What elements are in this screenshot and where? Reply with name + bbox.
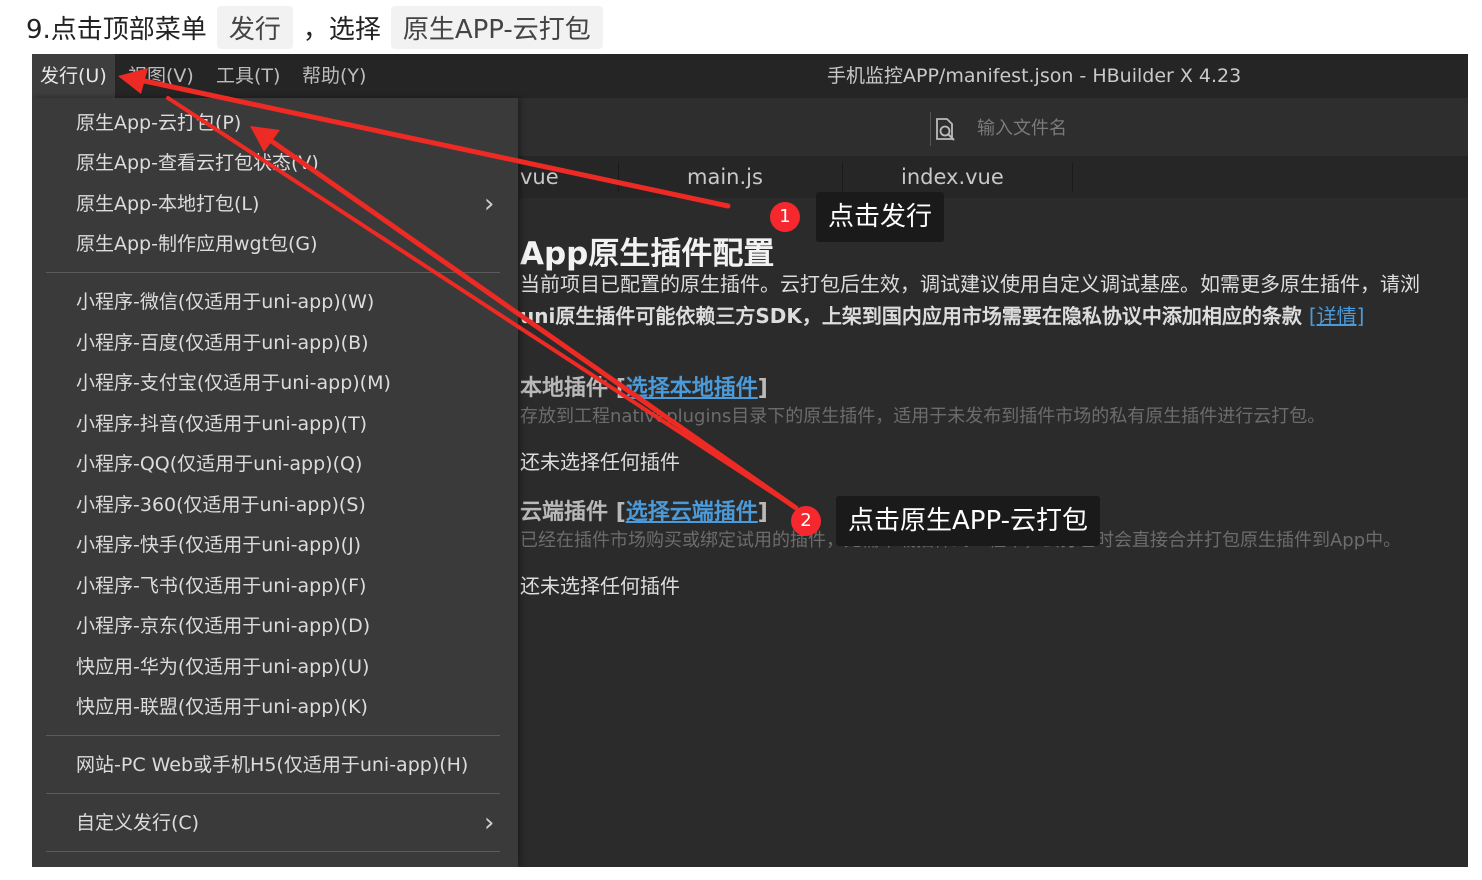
local-plugins-title: 本地插件 [520,376,609,401]
menu-divider [46,735,500,736]
menu-item-mp-weixin[interactable]: 小程序-微信(仅适用于uni-app)(W) [76,289,374,315]
local-plugins-description: 存放到工程nativeplugins目录下的原生插件，适用于未发布到插件市场的私… [520,406,1326,427]
cloud-plugins-empty: 还未选择任何插件 [520,574,680,598]
menu-item-local-pack[interactable]: 原生App-本地打包(L) [76,191,259,217]
local-plugins-heading: 本地插件 [选择本地插件] [520,376,768,401]
menu-divider [46,851,500,852]
instruction-step-text: 9.点击顶部菜单 [26,14,207,45]
select-local-plugin-link[interactable]: 选择本地插件 [626,376,758,401]
tooltip-click-cloud-pack: 点击原生APP-云打包 [836,496,1100,546]
privacy-notice: uni原生插件可能依赖三方SDK，上架到国内应用市场需要在隐私协议中添加相应的条… [520,300,1364,329]
select-cloud-plugin-link[interactable]: 选择云端插件 [626,500,758,525]
tab-main-js[interactable]: main.js [687,156,763,198]
privacy-notice-text: uni原生插件可能依赖三方SDK，上架到国内应用市场需要在隐私协议中添加相应的条… [520,304,1302,328]
menu-item-cloud-pack[interactable]: 原生App-云打包(P) [76,110,241,136]
tab-divider [1072,162,1073,192]
menu-item-cloud-pack-status[interactable]: 原生App-查看云打包状态(V) [76,150,319,176]
page-title: App原生插件配置 [520,236,775,272]
menu-item-mp-jd[interactable]: 小程序-京东(仅适用于uni-app)(D) [76,613,370,639]
file-search-icon [936,118,955,141]
cloud-plugins-title: 云端插件 [520,500,609,525]
menu-item-mp-kuaishou[interactable]: 小程序-快手(仅适用于uni-app)(J) [76,532,361,558]
instruction-code-cloud-pack: 原生APP-云打包 [390,5,603,49]
instruction-code-publish: 发行 [216,5,293,49]
tooltip-click-publish: 点击发行 [816,192,945,242]
menu-item-mp-douyin[interactable]: 小程序-抖音(仅适用于uni-app)(T) [76,411,367,437]
details-link[interactable]: [详情] [1309,304,1365,328]
tab-divider [842,162,843,192]
tab-vue[interactable]: vue [520,156,559,198]
cloud-plugins-heading: 云端插件 [选择云端插件] [520,500,768,525]
publish-dropdown-menu: 原生App-云打包(P) 原生App-查看云打包状态(V) 原生App-本地打包… [32,98,518,867]
file-search-placeholder: 输入文件名 [977,118,1067,139]
menu-item-mp-feishu[interactable]: 小程序-飞书(仅适用于uni-app)(F) [76,573,366,599]
menu-divider [46,272,500,273]
menubar-view[interactable]: 视图(V) [128,54,194,98]
menubar-publish[interactable]: 发行(U) [32,54,115,98]
menubar-tools[interactable]: 工具(T) [216,54,280,98]
instruction-separator-text: ，选择 [302,14,381,45]
menu-item-web-h5[interactable]: 网站-PC Web或手机H5(仅适用于uni-app)(H) [76,752,468,778]
step-badge-1: 1 [770,202,800,232]
instruction-line: 9.点击顶部菜单 发行 ，选择 原生APP-云打包 [26,4,613,50]
menubar: 发行(U) 视图(V) 工具(T) 帮助(Y) 手机监控APP/manifest… [32,54,1468,98]
menu-item-quickapp-union[interactable]: 快应用-联盟(仅适用于uni-app)(K) [76,694,368,720]
hbuilder-window: 发行(U) 视图(V) 工具(T) 帮助(Y) 手机监控APP/manifest… [32,54,1468,867]
menu-divider [46,793,500,794]
local-plugins-empty: 还未选择任何插件 [520,450,680,474]
menu-item-mp-qq[interactable]: 小程序-QQ(仅适用于uni-app)(Q) [76,451,362,477]
chevron-right-icon: › [484,808,495,838]
plugin-description: 当前项目已配置的原生插件。云打包后生效，调试建议使用自定义调试基座。如需更多原生… [520,272,1420,296]
menubar-help[interactable]: 帮助(Y) [302,54,366,98]
chevron-right-icon: › [484,189,495,219]
step-badge-2: 2 [791,506,821,536]
menu-item-mp-alipay[interactable]: 小程序-支付宝(仅适用于uni-app)(M) [76,370,391,396]
file-search-input[interactable]: 输入文件名 [930,112,1371,146]
menu-item-mp-baidu[interactable]: 小程序-百度(仅适用于uni-app)(B) [76,330,369,356]
tab-divider [618,162,619,192]
menu-item-mp-360[interactable]: 小程序-360(仅适用于uni-app)(S) [76,492,366,518]
menu-item-wgt-pack[interactable]: 原生App-制作应用wgt包(G) [76,231,318,257]
menu-item-quickapp-huawei[interactable]: 快应用-华为(仅适用于uni-app)(U) [76,654,369,680]
window-title: 手机监控APP/manifest.json - HBuilder X 4.23 [827,65,1242,87]
menu-item-custom-publish[interactable]: 自定义发行(C) [76,810,199,836]
